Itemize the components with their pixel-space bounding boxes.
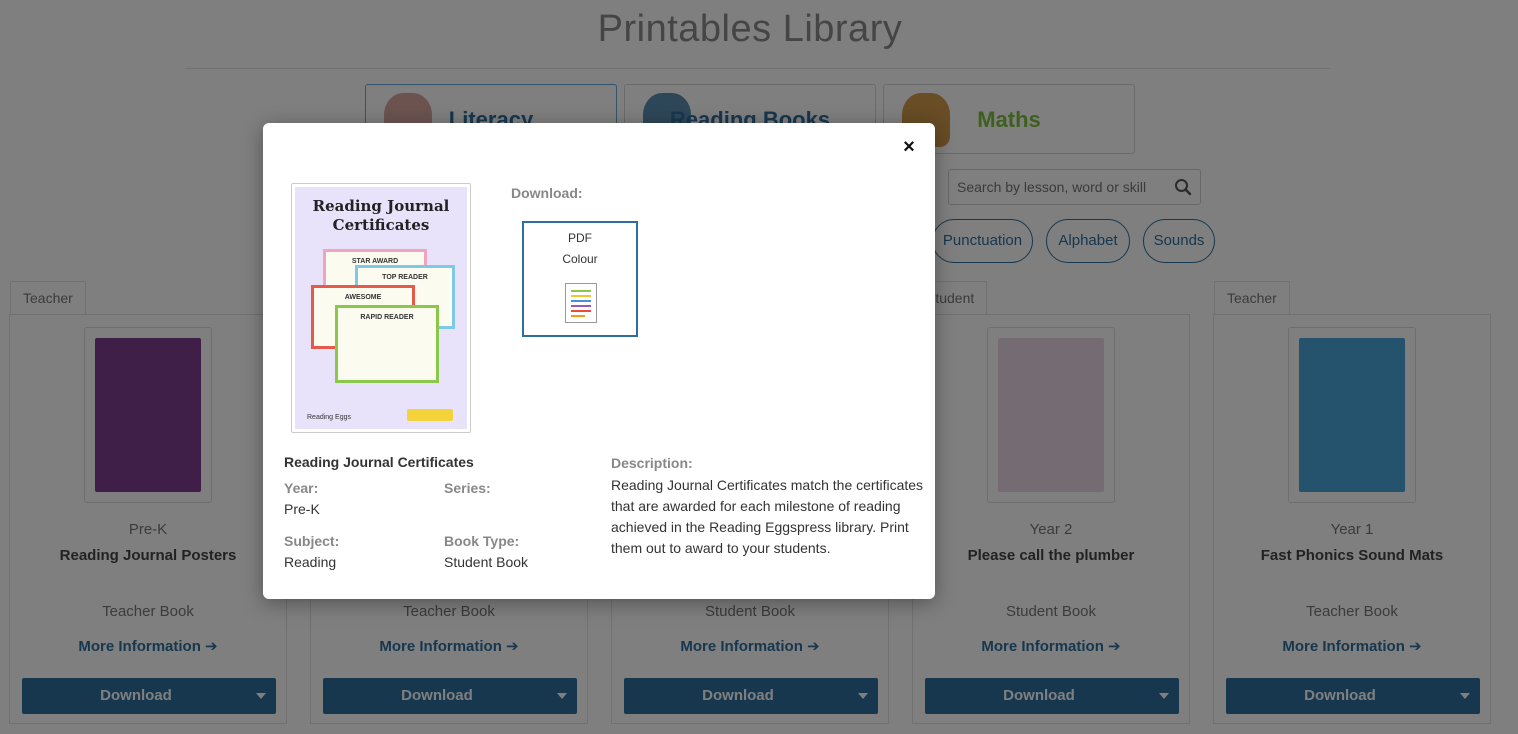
close-button[interactable]: × — [899, 137, 919, 157]
year-label: Year: — [284, 480, 319, 496]
download-heading: Download: — [511, 185, 583, 201]
resource-detail-modal: × Reading Journal Certificates STAR AWAR… — [263, 123, 935, 599]
document-icon — [565, 283, 597, 323]
book-type-value: Student Book — [444, 554, 529, 570]
description-text: Reading Journal Certificates match the c… — [611, 477, 924, 556]
publisher-logo-icon — [407, 409, 453, 421]
download-pdf-colour-button[interactable]: PDF Colour — [522, 221, 638, 337]
certificate-rapid-reader: RAPID READER — [335, 305, 439, 383]
cover-title: Reading Journal Certificates — [312, 197, 450, 234]
year-value: Pre-K — [284, 501, 320, 517]
resource-cover-frame: Reading Journal Certificates STAR AWARD … — [291, 183, 471, 433]
series-label: Series: — [444, 480, 491, 496]
download-variant: Colour — [562, 252, 598, 266]
resource-cover-image: Reading Journal Certificates STAR AWARD … — [295, 187, 467, 429]
subject-value: Reading — [284, 554, 337, 570]
book-type-label: Book Type: — [444, 533, 520, 549]
resource-title: Reading Journal Certificates — [284, 454, 474, 470]
description-label: Description: — [611, 455, 693, 471]
subject-label: Subject: — [284, 533, 340, 549]
download-format: PDF — [568, 231, 592, 245]
cover-brand: Reading Eggs — [307, 414, 351, 421]
